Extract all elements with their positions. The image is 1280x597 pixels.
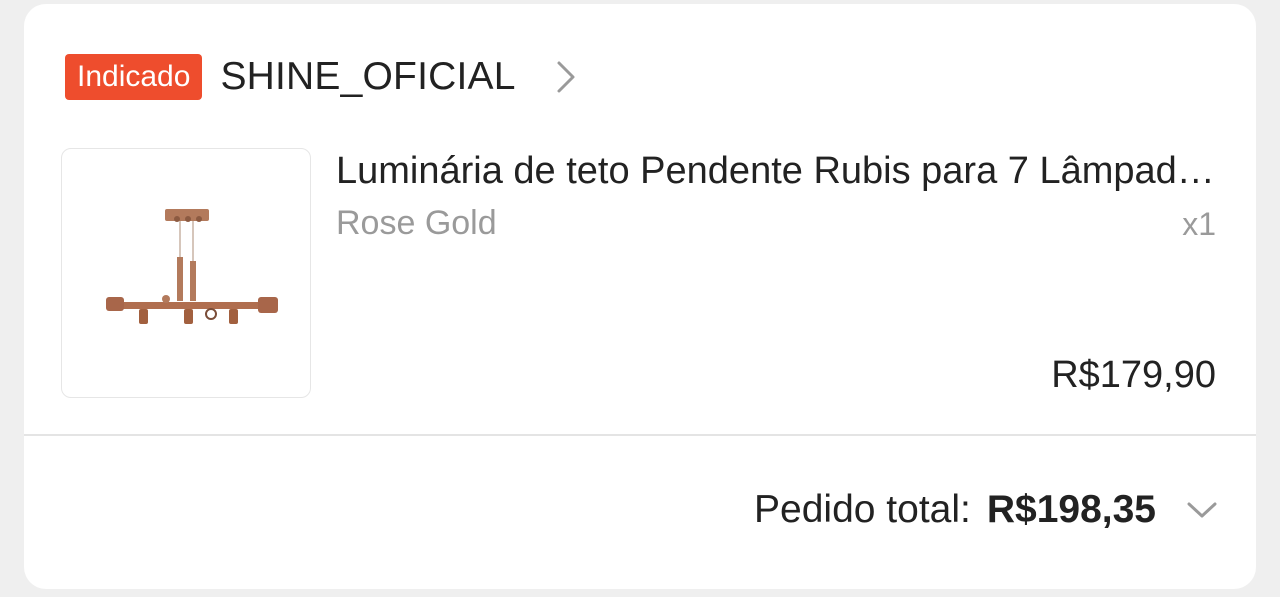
product-quantity: x1 (1182, 206, 1216, 242)
product-price: R$179,90 (1051, 354, 1216, 396)
order-total-value: R$198,35 (986, 488, 1156, 531)
chevron-right-icon[interactable] (552, 57, 580, 97)
indicado-badge: Indicado (65, 54, 203, 100)
product-image[interactable] (61, 148, 311, 398)
product-title[interactable]: Luminária de teto Pendente Rubis para 7 … (336, 150, 1216, 193)
shop-header[interactable]: Indicado SHINE_OFICIAL (65, 52, 580, 102)
shop-name[interactable]: SHINE_OFICIAL (220, 55, 515, 99)
order-total-label: Pedido total: (754, 488, 971, 531)
divider (24, 434, 1256, 436)
product-variation: Rose Gold (336, 204, 497, 242)
pendant-lamp-image (106, 209, 278, 324)
chevron-down-icon[interactable] (1184, 495, 1220, 525)
order-card: Indicado SHINE_OFICIAL Luminária de teto… (24, 4, 1256, 589)
order-total-row[interactable]: Pedido total: R$198,35 (754, 482, 1220, 538)
